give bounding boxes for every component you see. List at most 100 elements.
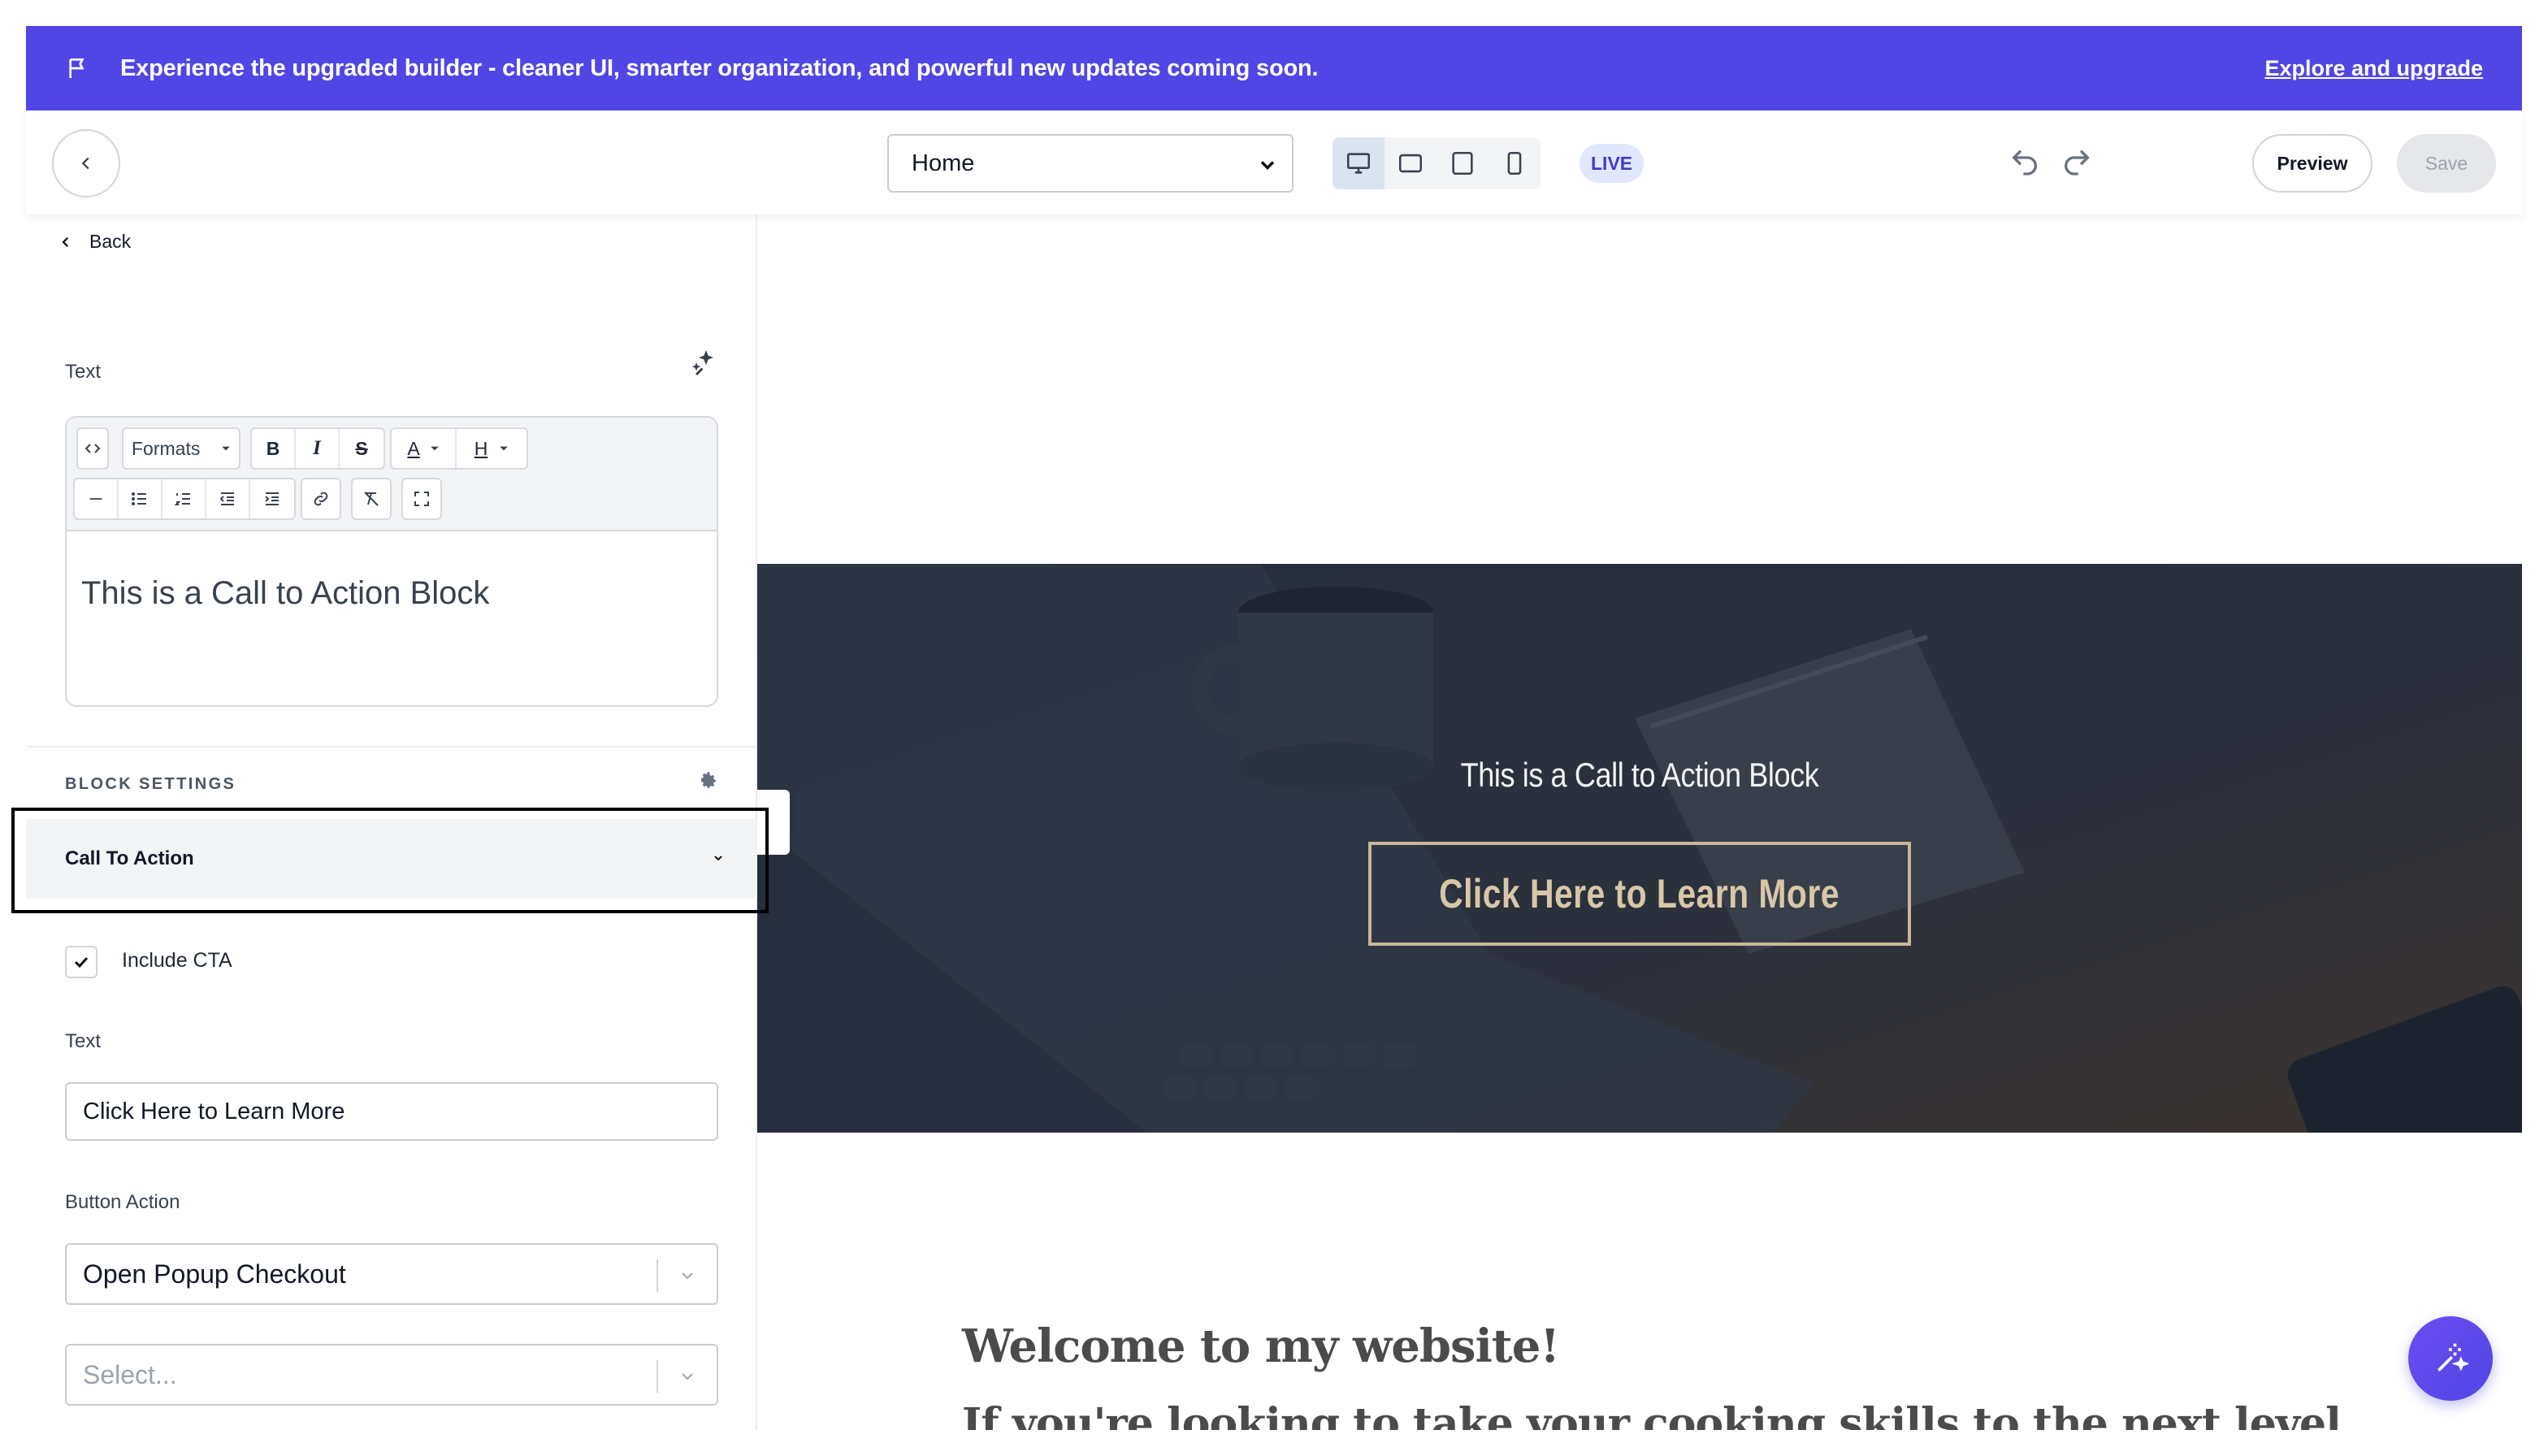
caret-down-icon bbox=[500, 446, 509, 451]
magic-wand-icon bbox=[2438, 1343, 2468, 1372]
ai-sparkle-button[interactable] bbox=[689, 348, 718, 381]
bold-button[interactable]: B bbox=[252, 429, 296, 468]
text-section-label: Text bbox=[65, 361, 102, 383]
button-action-label: Button Action bbox=[65, 1191, 180, 1213]
panel-back-link[interactable]: Back bbox=[58, 231, 131, 253]
formats-label: Formats bbox=[132, 437, 201, 459]
editor-toolbar: Formats B I S A H bbox=[67, 418, 717, 531]
sparkle-icon bbox=[691, 350, 713, 376]
clear-format-icon bbox=[364, 492, 379, 506]
device-tablet-landscape-button[interactable] bbox=[1384, 137, 1436, 189]
include-cta-checkbox[interactable] bbox=[65, 946, 98, 978]
block-settings-heading: BLOCK SETTINGS bbox=[65, 775, 236, 793]
secondary-select[interactable]: Select... bbox=[65, 1344, 718, 1406]
banner-message: Experience the upgraded builder - cleane… bbox=[120, 54, 1319, 81]
select-divider bbox=[656, 1259, 658, 1292]
accordion-label: Call To Action bbox=[65, 847, 194, 869]
bullet-list-button[interactable] bbox=[119, 479, 162, 518]
checkmark-icon bbox=[74, 956, 89, 968]
device-switcher bbox=[1332, 137, 1540, 189]
explore-upgrade-link[interactable]: Explore and upgrade bbox=[2264, 56, 2483, 81]
redo-icon bbox=[2065, 150, 2090, 176]
button-action-value: Open Popup Checkout bbox=[83, 1259, 346, 1289]
hero-cta-label: Click Here to Learn More bbox=[1439, 871, 1840, 916]
chevron-down-icon bbox=[1260, 161, 1275, 170]
settings-panel: Back Text Formats B I S A H This is a Ca… bbox=[26, 214, 757, 1430]
heading-button[interactable]: H bbox=[457, 429, 526, 468]
chevron-left-icon bbox=[81, 157, 89, 170]
italic-button[interactable]: I bbox=[296, 429, 340, 468]
code-icon bbox=[84, 444, 101, 453]
tablet-portrait-icon bbox=[1452, 151, 1473, 176]
clear-formatting-button[interactable] bbox=[351, 478, 392, 520]
select-divider bbox=[656, 1360, 658, 1393]
device-mobile-button[interactable] bbox=[1488, 137, 1540, 189]
back-label: Back bbox=[89, 231, 132, 252]
cta-hero-block[interactable]: This is a Call to Action Block Click Her… bbox=[757, 564, 2522, 1133]
chevron-down-icon bbox=[682, 1272, 693, 1280]
formats-dropdown[interactable]: Formats bbox=[122, 427, 240, 470]
ai-assistant-button[interactable] bbox=[2408, 1316, 2493, 1401]
page-canvas: This is a Call to Action Block Click Her… bbox=[757, 214, 2522, 1430]
insert-link-button[interactable] bbox=[301, 478, 341, 520]
page-select[interactable]: Home bbox=[887, 134, 1294, 193]
device-tablet-portrait-button[interactable] bbox=[1436, 137, 1488, 189]
numbered-list-button[interactable] bbox=[162, 479, 206, 518]
secondary-select-placeholder: Select... bbox=[83, 1359, 177, 1389]
block-settings-button[interactable] bbox=[699, 770, 718, 794]
outdent-icon bbox=[219, 492, 234, 505]
chevron-left-icon bbox=[62, 236, 69, 247]
indent-button[interactable] bbox=[250, 479, 294, 518]
italic-label: I bbox=[313, 437, 321, 459]
save-button[interactable]: Save bbox=[2397, 134, 2496, 193]
strikethrough-button[interactable]: S bbox=[340, 429, 384, 468]
hero-cta-button[interactable]: Click Here to Learn More bbox=[1368, 842, 1911, 946]
preview-button[interactable]: Preview bbox=[2252, 134, 2372, 193]
flag-icon bbox=[62, 52, 94, 84]
device-desktop-button[interactable] bbox=[1332, 137, 1384, 189]
bullet-list-icon bbox=[132, 492, 146, 505]
fullscreen-button[interactable] bbox=[401, 478, 442, 520]
call-to-action-accordion[interactable]: Call To Action bbox=[26, 819, 757, 899]
welcome-heading: Welcome to my website! bbox=[962, 1320, 1560, 1373]
chevron-down-icon bbox=[682, 1373, 693, 1380]
redo-button[interactable] bbox=[2060, 145, 2093, 182]
desktop-icon bbox=[1346, 153, 1371, 174]
editor-content[interactable]: This is a Call to Action Block bbox=[67, 531, 717, 656]
section-divider bbox=[26, 746, 757, 748]
panel-collapse-tab[interactable] bbox=[757, 790, 790, 855]
block-format-group bbox=[73, 478, 296, 520]
exit-back-button[interactable] bbox=[52, 129, 120, 197]
indent-icon bbox=[265, 492, 279, 505]
horizontal-rule-icon bbox=[89, 498, 102, 500]
caret-down-icon bbox=[222, 446, 230, 451]
source-code-button[interactable] bbox=[76, 427, 109, 470]
outdent-button[interactable] bbox=[206, 479, 250, 518]
button-action-select[interactable]: Open Popup Checkout bbox=[65, 1243, 718, 1305]
heading-label: H bbox=[474, 437, 488, 459]
text-style-group: B I S bbox=[250, 427, 385, 470]
undo-button[interactable] bbox=[2008, 145, 2041, 182]
tablet-landscape-icon bbox=[1398, 154, 1423, 173]
cta-text-input[interactable]: Click Here to Learn More bbox=[65, 1082, 718, 1141]
font-color-button[interactable]: A bbox=[392, 429, 457, 468]
horizontal-rule-button[interactable] bbox=[75, 479, 119, 518]
link-icon bbox=[314, 492, 328, 506]
caret-down-icon bbox=[430, 446, 439, 451]
font-color-label: A bbox=[407, 437, 420, 459]
undo-icon bbox=[2012, 150, 2037, 176]
welcome-subheading: If you're looking to take your cooking s… bbox=[962, 1399, 2342, 1430]
status-badge: LIVE bbox=[1580, 144, 1644, 183]
upgrade-banner: Experience the upgraded builder - cleane… bbox=[26, 26, 2522, 110]
builder-toolbar: Home LIVE Preview Save bbox=[26, 110, 2522, 214]
color-heading-group: A H bbox=[390, 427, 528, 470]
chevron-down-icon bbox=[714, 856, 722, 861]
rich-text-editor: Formats B I S A H This is a Call to Acti… bbox=[65, 416, 718, 707]
cta-text-label: Text bbox=[65, 1030, 102, 1052]
fullscreen-icon bbox=[414, 492, 429, 506]
hero-title: This is a Call to Action Block bbox=[1460, 756, 1819, 794]
strike-label: S bbox=[355, 437, 368, 459]
mobile-icon bbox=[1507, 151, 1522, 176]
bold-label: B bbox=[266, 437, 280, 459]
include-cta-label: Include CTA bbox=[122, 949, 232, 972]
